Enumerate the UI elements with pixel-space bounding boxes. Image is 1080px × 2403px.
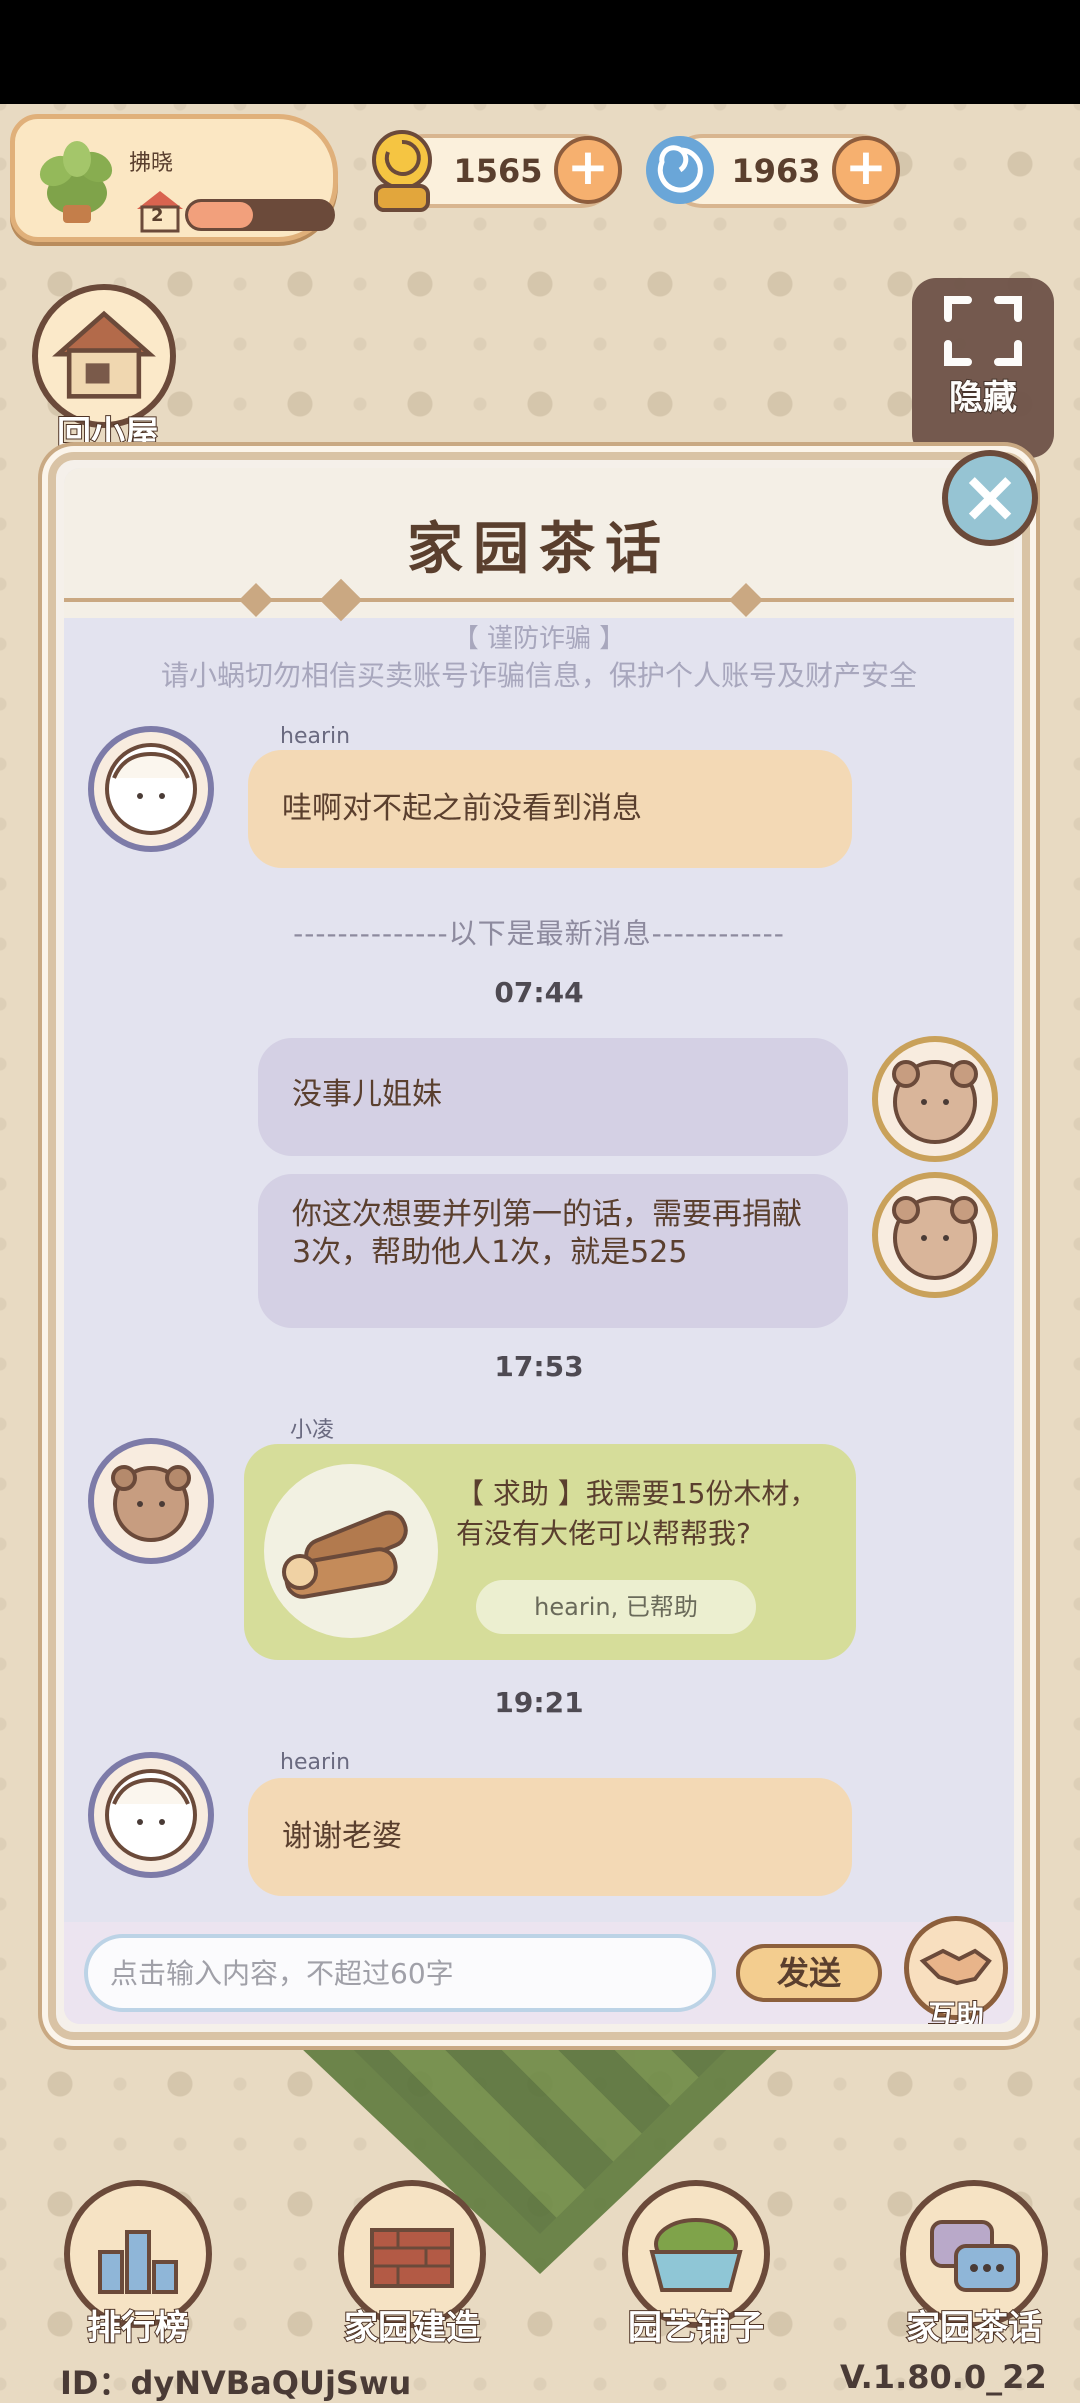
chat-input-bar: 发送 互助 [64,1916,1014,2024]
chat-input[interactable] [84,1934,716,2012]
send-button[interactable]: 发送 [736,1944,882,2002]
message-time: 17:53 [494,1350,584,1383]
mutual-help-label: 互助 [927,1998,985,2024]
snail-coin-icon [372,130,432,212]
message-bubble-mine[interactable]: 你这次想要并列第一的话，需要再捐献3次，帮助他人1次，就是525 [258,1174,848,1328]
message-bubble[interactable]: 哇啊对不起之前没看到消息 [248,750,852,868]
message-bubble-mine[interactable]: 没事儿姐妹 [258,1038,848,1156]
level-progress-bar [185,199,335,231]
close-dialog-button[interactable]: × [942,450,1038,546]
player-name: 拂晓 [129,151,174,176]
nav-label: 排行榜 [86,2307,190,2349]
new-messages-separator: --------------以下是最新消息------------ [293,917,785,950]
helped-status: hearin, 已帮助 [476,1580,756,1634]
help-request-card[interactable]: 【 求助 】我需要15份木材，有没有大佬可以帮帮我? hearin, 已帮助 [244,1444,856,1660]
nav-label: 家园建造 [343,2307,481,2349]
title-divider [64,598,1014,602]
bear-avatar-icon [111,1465,191,1542]
message-time: 19:21 [494,1686,584,1719]
home-button[interactable]: 回小屋 [28,284,180,455]
bear-avatar-icon [892,1060,978,1144]
status-bar [0,0,1080,104]
nav-label: 家园茶话 [905,2307,1043,2349]
wood-circle [264,1464,438,1638]
level-progress-fill [188,202,253,228]
dialog-header: 家园茶话 [64,468,1014,622]
blue-swirl-icon [646,136,714,204]
fluffy-sheep-icon [105,1769,197,1861]
message-text: 没事儿姐妹 [292,1077,442,1112]
divider-ornament [729,583,763,617]
app-version: V.1.80.0_22 [840,2358,1047,2396]
hearin-avatar[interactable] [88,726,214,852]
scam-notice-text: 请小蜗切勿相信买卖账号诈骗信息，保护个人账号及财产安全 [160,659,917,692]
message-text: 谢谢老婆 [282,1819,402,1854]
message-bubble[interactable]: 谢谢老婆 [248,1778,852,1896]
fluffy-sheep-icon [105,743,197,835]
add-snail-coin-button[interactable]: + [554,136,622,204]
snail-coin-value: 1565 [453,152,543,190]
message-text: 你这次想要并列第一的话，需要再捐献3次，帮助他人1次，就是525 [292,1197,802,1270]
hide-label: 隐藏 [948,377,1018,419]
xiaoling-avatar[interactable] [88,1438,214,1564]
my-avatar[interactable] [872,1036,998,1162]
blue-swirl-value: 1963 [731,152,821,190]
fullscreen-icon [944,296,1022,366]
divider-ornament [239,583,273,617]
scam-notice-title: 【 谨防诈骗 】 [452,624,626,654]
bear-avatar-icon [892,1196,978,1280]
add-blue-swirl-button[interactable]: + [832,136,900,204]
hearin-avatar[interactable] [88,1752,214,1878]
my-avatar[interactable] [872,1172,998,1298]
chat-dialog-body: 家园茶话 【 谨防诈骗 】 请小蜗切勿相信买卖账号诈骗信息，保护个人账号及财产安… [64,468,1014,2024]
dialog-title: 家园茶话 [407,517,671,582]
player-level: 2 [151,205,164,226]
nav-label: 园艺铺子 [627,2307,765,2349]
cottage-icon [52,310,156,399]
mutual-help-button[interactable]: 互助 [902,1916,1010,2024]
nav-garden-build[interactable]: 家园建造 [312,2180,512,2350]
wood-logs-icon [282,1510,408,1599]
plant-avatar-icon [39,141,113,223]
home-label: 回小屋 [56,413,160,455]
sender-name: hearin [280,1750,351,1775]
message-time: 07:44 [494,976,584,1009]
player-id: ID：dyNVBaQUjSwu [60,2364,412,2402]
hide-button[interactable]: 隐藏 [912,278,1054,458]
nav-garden-shop[interactable]: 园艺铺子 [596,2180,796,2350]
help-request-text: 【 求助 】我需要15份木材，有没有大佬可以帮帮我? [456,1477,818,1550]
blue-swirl-counter: 1963 + [646,134,900,208]
sender-name: 小凌 [290,1418,335,1443]
divider-ornament [319,578,363,622]
snail-coin-counter: 1565 + [372,130,622,212]
sender-name: hearin [280,724,351,749]
nav-garden-chat[interactable]: 家园茶话 [874,2180,1074,2350]
nav-leaderboard[interactable]: 排行榜 [38,2180,238,2350]
message-text: 哇啊对不起之前没看到消息 [282,791,642,826]
chat-dialog: 家园茶话 【 谨防诈骗 】 请小蜗切勿相信买卖账号诈骗信息，保护个人账号及财产安… [48,452,1030,2040]
player-profile[interactable]: 拂晓 2 [10,114,338,242]
